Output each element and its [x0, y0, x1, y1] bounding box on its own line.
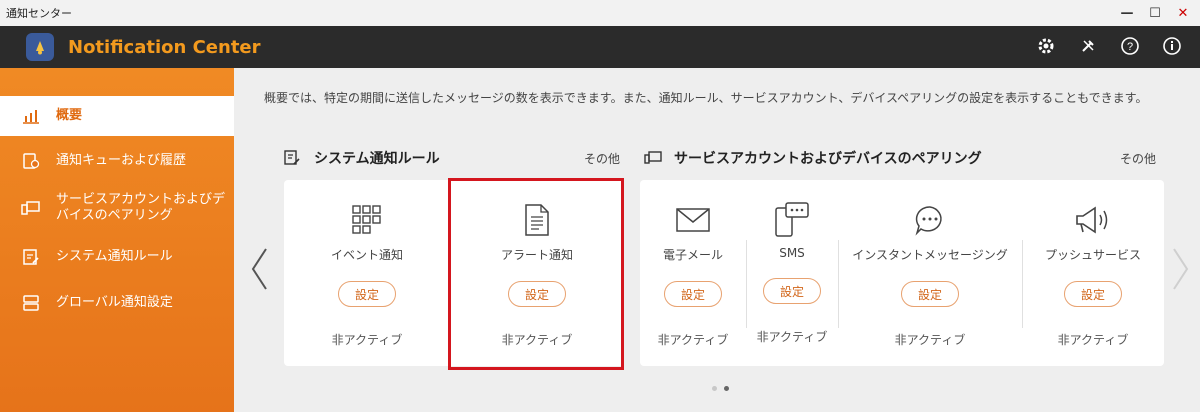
email-settings-button[interactable]: 設定	[664, 281, 722, 307]
sidebar-item-queue-history[interactable]: 通知キューおよび履歴	[0, 146, 234, 176]
close-button[interactable]: ✕	[1174, 4, 1192, 22]
maximize-button[interactable]: ☐	[1146, 4, 1164, 22]
card-title: 電子メール	[662, 248, 723, 262]
window-title: 通知センター	[6, 7, 72, 20]
global-settings-icon	[18, 292, 44, 314]
sidebar-item-label: グローバル通知設定	[56, 295, 173, 310]
card-status: 非アクティブ	[657, 333, 729, 347]
sidebar-item-label: 通知キューおよび履歴	[56, 153, 187, 168]
megaphone-icon	[1073, 202, 1113, 238]
event-settings-button[interactable]: 設定	[338, 281, 396, 307]
rules-icon	[284, 149, 304, 167]
chart-icon	[18, 105, 44, 127]
sms-settings-button[interactable]: 設定	[763, 278, 821, 304]
settings-gear-icon[interactable]	[1034, 34, 1058, 58]
card-status: 非アクティブ	[331, 333, 403, 347]
pairing-card-sms: SMS 設定 非アクティブ	[746, 180, 838, 366]
next-arrow-icon[interactable]	[1170, 244, 1192, 294]
rules-section-title: システム通知ルール	[314, 151, 440, 167]
info-icon[interactable]	[1160, 34, 1184, 58]
highlight-box	[448, 178, 624, 370]
rules-section-header: システム通知ルール	[284, 148, 440, 168]
window-controls: — ☐ ✕	[1118, 4, 1192, 22]
card-title: イベント通知	[330, 248, 403, 262]
main-content: 概要では、特定の期間に送信したメッセージの数を表示できます。また、通知ルール、サ…	[234, 68, 1200, 412]
pairing-section-title: サービスアカウントおよびデバイスのペアリング	[674, 151, 982, 167]
sidebar-item-global-settings[interactable]: グローバル通知設定	[0, 288, 234, 318]
queue-history-icon	[18, 150, 44, 172]
minimize-button[interactable]: —	[1118, 4, 1136, 22]
rules-icon	[18, 246, 44, 268]
os-title-bar: 通知センター — ☐ ✕	[0, 0, 1200, 26]
sidebar-item-overview[interactable]: 概要	[0, 96, 234, 136]
overview-description: 概要では、特定の期間に送信したメッセージの数を表示できます。また、通知ルール、サ…	[264, 91, 1148, 105]
page-dot-1[interactable]	[712, 386, 717, 391]
rule-card-event: イベント通知 設定 非アクティブ	[284, 180, 450, 366]
sidebar-item-device-pairing[interactable]: サービスアカウントおよびデバイスのペアリング	[0, 188, 234, 228]
pairing-section-header: サービスアカウントおよびデバイスのペアリング	[644, 148, 982, 168]
device-pairing-icon	[644, 149, 664, 167]
pairing-card-push: プッシュサービス 設定 非アクティブ	[1022, 180, 1164, 366]
sidebar-item-label: システム通知ルール	[56, 249, 173, 264]
help-icon[interactable]: ?	[1118, 34, 1142, 58]
tools-icon[interactable]	[1076, 34, 1100, 58]
sidebar-item-rules[interactable]: システム通知ルール	[0, 242, 234, 272]
event-grid-icon	[351, 202, 383, 238]
sms-phone-icon	[772, 202, 812, 238]
pairing-panel: 電子メール 設定 非アクティブ SMS 設定 非アクティブ インスタントメッセー…	[640, 180, 1164, 366]
card-title: インスタントメッセージング	[852, 248, 1008, 262]
device-pairing-icon	[18, 197, 44, 219]
im-settings-button[interactable]: 設定	[901, 281, 959, 307]
app-title: Notification Center	[68, 36, 261, 58]
svg-text:?: ?	[1127, 41, 1133, 53]
sidebar-item-label: サービスアカウントおよびデバイスのペアリング	[56, 192, 226, 223]
card-status: 非アクティブ	[894, 333, 966, 347]
card-title: プッシュサービス	[1044, 248, 1141, 262]
push-settings-button[interactable]: 設定	[1064, 281, 1122, 307]
sidebar: 概要 通知キューおよび履歴 サービスアカウントおよびデバイスのペアリング システ…	[0, 68, 234, 412]
prev-arrow-icon[interactable]	[248, 244, 270, 294]
pagination-dots	[712, 386, 729, 391]
sidebar-item-label: 概要	[56, 108, 83, 123]
app-logo-icon	[26, 33, 54, 61]
pairing-more-link[interactable]: その他	[1120, 150, 1156, 167]
pairing-card-email: 電子メール 設定 非アクティブ	[640, 180, 746, 366]
card-status: 非アクティブ	[756, 330, 828, 344]
app-header: Notification Center ?	[0, 26, 1200, 68]
pairing-card-instant-messaging: インスタントメッセージング 設定 非アクティブ	[838, 180, 1022, 366]
card-title: SMS	[779, 246, 805, 260]
card-status: 非アクティブ	[1057, 333, 1129, 347]
email-icon	[676, 202, 710, 238]
rules-more-link[interactable]: その他	[584, 150, 620, 167]
chat-bubble-icon	[914, 202, 946, 238]
page-dot-2[interactable]	[724, 386, 729, 391]
